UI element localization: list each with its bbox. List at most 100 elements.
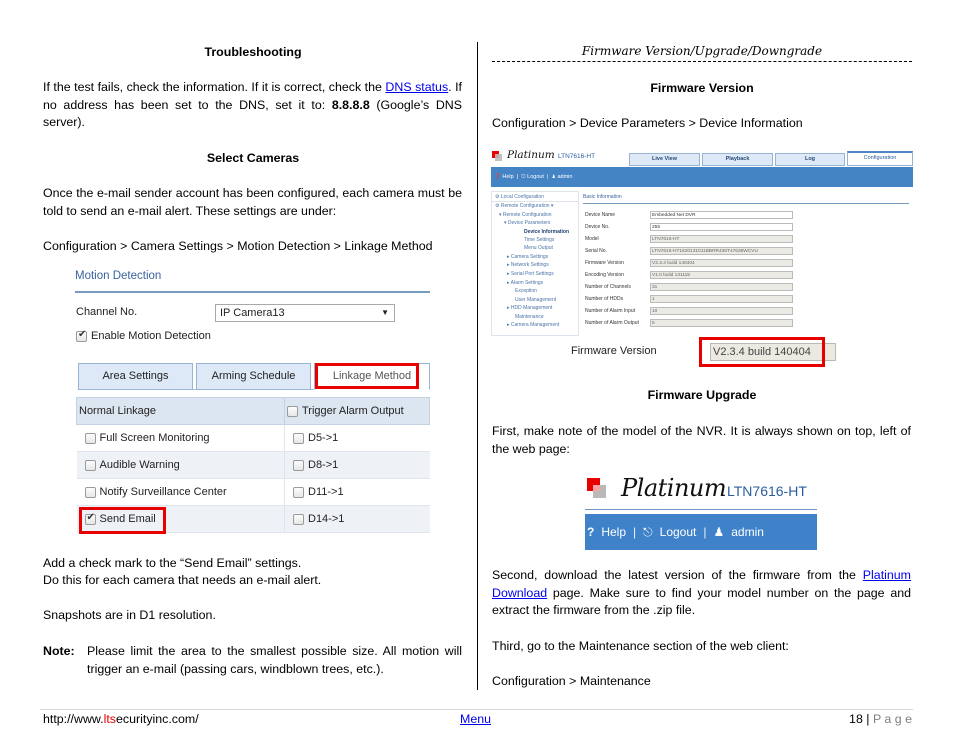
- row-label: Full Screen Monitoring: [99, 432, 210, 444]
- footer-divider: [40, 709, 913, 710]
- sidebar-item-camera-management[interactable]: ▸ Camera Management: [507, 322, 559, 328]
- troubleshooting-heading: Troubleshooting: [204, 45, 302, 59]
- sidebar-item-alarm-settings[interactable]: ▸ Alarm Settings: [507, 280, 543, 286]
- notify-center-checkbox[interactable]: [84, 486, 96, 498]
- device-name-input[interactable]: Embedded Net DVR: [650, 211, 793, 219]
- tab-configuration[interactable]: Configuration: [847, 151, 913, 166]
- field-value: V2.3.4 build 140404: [650, 259, 793, 267]
- snapshots-text: Snapshots are in D1 resolution.: [43, 608, 216, 622]
- sidebar-item-device-information[interactable]: Device Information: [524, 229, 569, 235]
- instruction-line-2: Do this for each camera that needs an e-…: [43, 573, 322, 587]
- enable-label: Enable Motion Detection: [91, 330, 211, 342]
- dns-status-link[interactable]: DNS status: [385, 80, 448, 94]
- user-bar: ❓ Help | ⎋ Logout | ♟ admin: [491, 167, 913, 187]
- sidebar-item-remote-config-sub[interactable]: ▾ Remote Configuration: [499, 212, 552, 218]
- remote-icon: ⚙: [495, 203, 500, 209]
- dropdown-arrow-icon: ▼: [381, 308, 389, 317]
- channel-select[interactable]: IP Camera13 ▼: [215, 304, 395, 322]
- sidebar-label: Alarm Settings: [510, 280, 544, 286]
- table-row: Audible Warning D8->1: [76, 451, 430, 479]
- second-step-text: Second, download the latest version of t…: [492, 567, 911, 620]
- select-cameras-heading: Select Cameras: [206, 151, 300, 165]
- header-rule: [492, 61, 912, 62]
- field-device-name: Device Name Embedded Net DVR: [583, 211, 913, 220]
- section-divider: [583, 203, 909, 204]
- tab-playback[interactable]: Playback: [702, 153, 773, 166]
- logo-icon-shadow: [495, 154, 502, 161]
- help-link[interactable]: Help: [601, 525, 626, 539]
- output-label: D14->1: [308, 513, 345, 525]
- sidebar-label: Device Parameters: [507, 220, 551, 226]
- field-label: Number of Alarm Output: [585, 320, 639, 326]
- table-row: Notify Surveillance Center D11->1: [76, 478, 430, 506]
- help-icon: ?: [587, 525, 595, 539]
- note: Note: Please limit the area to the small…: [43, 643, 463, 678]
- sidebar-item-hdd-management[interactable]: ▸ HDD Management: [507, 305, 552, 311]
- highlight-box: [699, 337, 825, 367]
- logout-icon: ⎋: [521, 174, 526, 180]
- text: page. Make sure to find your model numbe…: [492, 585, 911, 618]
- brand-logo: Platinum: [507, 149, 555, 161]
- device-no-input[interactable]: 255: [650, 223, 793, 231]
- field-label: Firmware Version: [585, 260, 624, 266]
- instruction-line-1: Add a check mark to the “Send Email” set…: [43, 556, 302, 570]
- full-screen-checkbox[interactable]: [84, 432, 96, 444]
- header-trigger-alarm[interactable]: Trigger Alarm Output: [284, 397, 430, 425]
- output-checkbox[interactable]: [293, 486, 304, 498]
- sidebar-label: Remote Configuration: [500, 203, 550, 209]
- logout-link[interactable]: Logout: [660, 525, 697, 539]
- third-step-text: Third, go to the Maintenance section of …: [492, 639, 789, 653]
- field-value: LTN7616-HT1620131011BBRR436T47636WCVU: [650, 247, 793, 255]
- output-checkbox[interactable]: [293, 432, 304, 444]
- field-alarm-input: Number of Alarm Input 10: [583, 307, 913, 316]
- tab-arming-schedule[interactable]: Arming Schedule: [196, 363, 311, 390]
- sidebar-item-remote-config[interactable]: ⚙ Remote Configuration ▾: [495, 203, 553, 209]
- column-divider: [477, 42, 478, 690]
- sidebar-item-maintenance[interactable]: Maintenance: [515, 314, 544, 320]
- field-device-no: Device No. 255: [583, 223, 913, 232]
- enable-motion-detection[interactable]: Enable Motion Detection: [76, 329, 211, 342]
- sidebar-item-device-parameters[interactable]: ▾ Device Parameters: [504, 220, 550, 226]
- field-label: Encoding Version: [585, 272, 624, 278]
- model-label: LTN7616-HT: [558, 153, 596, 160]
- separator: |: [703, 525, 707, 539]
- device-info-path: Configuration > Device Parameters > Devi…: [492, 116, 803, 130]
- model-label: LTN7616-HT: [727, 483, 807, 499]
- section-header: Firmware Version/Upgrade/Downgrade: [581, 44, 823, 58]
- sidebar-item-exception[interactable]: Exception: [515, 288, 537, 294]
- tab-log[interactable]: Log: [775, 153, 845, 166]
- sidebar-item-network-settings[interactable]: ▸ Network Settings: [507, 262, 549, 268]
- highlight-box: [79, 507, 166, 534]
- sidebar-item-serial-port[interactable]: ▸ Serial Port Settings: [507, 271, 554, 277]
- page-label: P a g e: [872, 712, 912, 726]
- gear-icon: ⚙: [495, 194, 500, 200]
- field-label: Device Name: [585, 212, 616, 218]
- row-label: Notify Surveillance Center: [99, 486, 227, 498]
- sidebar-item-camera-settings[interactable]: ▸ Camera Settings: [507, 254, 548, 260]
- header-divider: [585, 509, 817, 510]
- table-header: Normal Linkage Trigger Alarm Output: [76, 397, 430, 425]
- tab-area-settings[interactable]: Area Settings: [78, 363, 193, 390]
- menu-link[interactable]: Menu: [460, 712, 491, 726]
- user-name: admin: [731, 525, 764, 539]
- enable-checkbox[interactable]: [76, 329, 87, 342]
- output-checkbox[interactable]: [293, 459, 304, 471]
- sidebar-item-menu-output[interactable]: Menu Output: [524, 245, 553, 251]
- sidebar-item-time-settings[interactable]: Time Settings: [524, 237, 554, 243]
- trigger-all-checkbox[interactable]: [287, 405, 298, 417]
- sidebar-label: Remote Configuration: [502, 212, 552, 218]
- tab-live-view[interactable]: Live View: [629, 153, 700, 166]
- field-serial-no: Serial No. LTN7616-HT1620131011BBRR436T47…: [583, 247, 913, 256]
- sidebar-item-user-management[interactable]: User Management: [515, 297, 556, 303]
- sidebar-label: Local Configuration: [500, 194, 544, 200]
- logout-link[interactable]: Logout: [527, 174, 544, 180]
- help-link[interactable]: Help: [502, 174, 513, 180]
- sidebar-item-local-config[interactable]: ⚙ Local Configuration: [495, 194, 544, 200]
- url-highlight: lts: [103, 712, 117, 726]
- user-name: admin: [557, 174, 573, 180]
- text: If the test fails, check the information…: [43, 80, 386, 94]
- output-checkbox[interactable]: [293, 513, 304, 525]
- field-hdds: Number of HDDs 1: [583, 295, 913, 304]
- audible-warning-checkbox[interactable]: [84, 459, 96, 471]
- field-value: 5: [650, 319, 793, 327]
